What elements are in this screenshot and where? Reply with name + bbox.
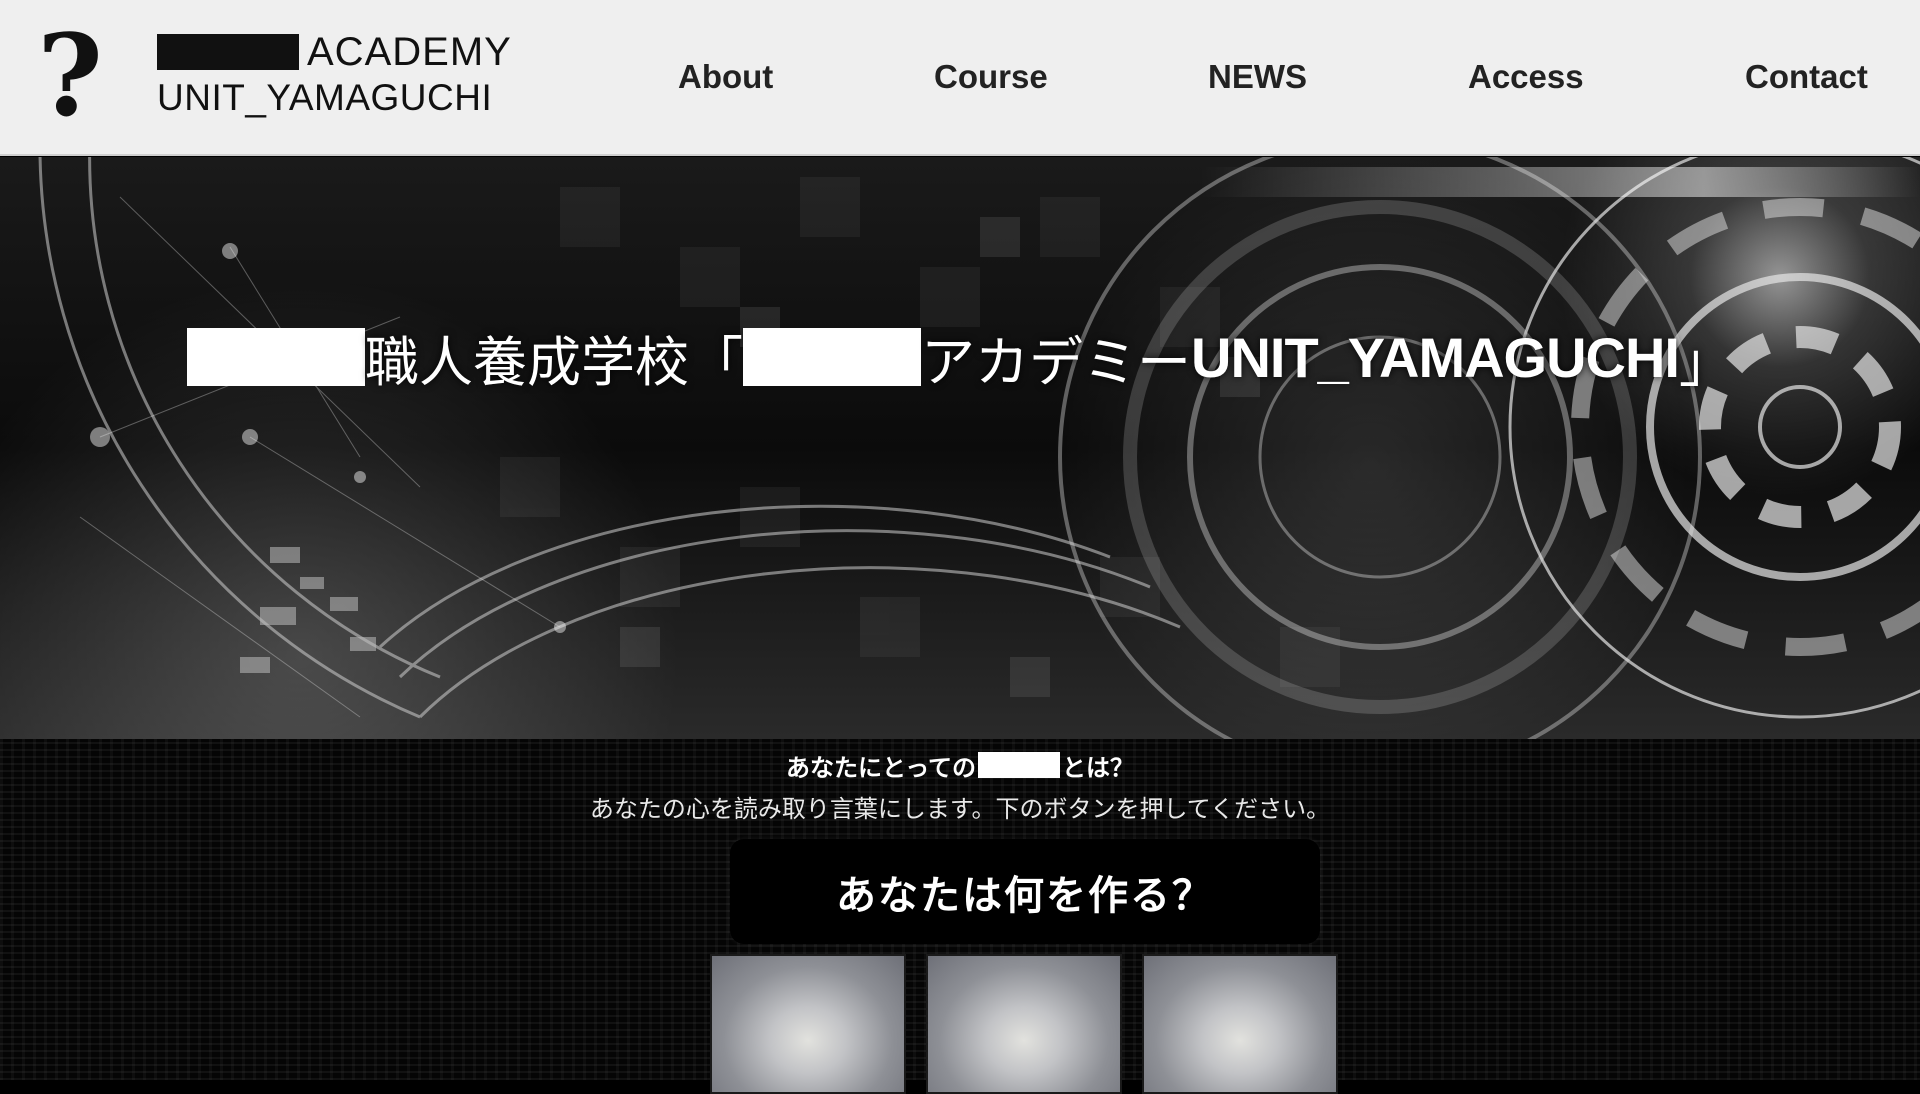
site-logo[interactable]: ACADEMY UNIT_YAMAGUCHI [157, 28, 512, 120]
question-banner: あなたは何を作る？ [730, 839, 1320, 944]
hero-title-part-3: UNIT_YAMAGUCHI [1191, 325, 1680, 389]
section-heading-after: とは？ [1062, 753, 1135, 782]
hero-tech-pattern [38, 157, 1920, 739]
logo-academy-text: ACADEMY [307, 30, 512, 74]
intro-section: あなたにとっての とは？ あなたの心を読み取り言葉にします。下のボタンを押してく… [0, 739, 1920, 1094]
choice-button-3[interactable] [1142, 954, 1338, 1094]
hero-title-part-2: アカデミー [921, 330, 1191, 394]
section-subtitle: あなたの心を読み取り言葉にします。下のボタンを押してください。 [589, 795, 1331, 823]
section-heading-before: あなたにとっての [785, 753, 977, 782]
logo-redaction-block [157, 34, 299, 70]
section-heading: あなたにとっての とは？ [0, 745, 1920, 785]
logo-unit-text: UNIT_YAMAGUCHI [157, 77, 493, 118]
nav-news[interactable]: NEWS [1208, 52, 1307, 102]
hero-title: 職人養成学校「 アカデミー UNIT_YAMAGUCHI 」 [0, 322, 1920, 394]
hero-redaction-block [187, 328, 365, 386]
hero-redaction-block [743, 328, 921, 386]
hero-title-part-4: 」 [1678, 330, 1733, 394]
nav-course[interactable]: Course [934, 52, 1048, 102]
nav-about[interactable]: About [678, 52, 773, 102]
hero-title-part-1: 職人養成学校「 [365, 330, 743, 394]
choice-button-2[interactable] [926, 954, 1122, 1094]
site-header: ? ACADEMY UNIT_YAMAGUCHI About Course NE… [0, 0, 1920, 156]
hero-banner: 職人養成学校「 アカデミー UNIT_YAMAGUCHI 」 [0, 157, 1920, 739]
question-mark-icon[interactable]: ? [30, 21, 110, 133]
choice-button-1[interactable] [710, 954, 906, 1094]
logo-line-1: ACADEMY [157, 28, 512, 76]
heading-redaction-block [978, 752, 1061, 778]
nav-access[interactable]: Access [1468, 52, 1584, 102]
nav-contact[interactable]: Contact [1745, 52, 1868, 102]
